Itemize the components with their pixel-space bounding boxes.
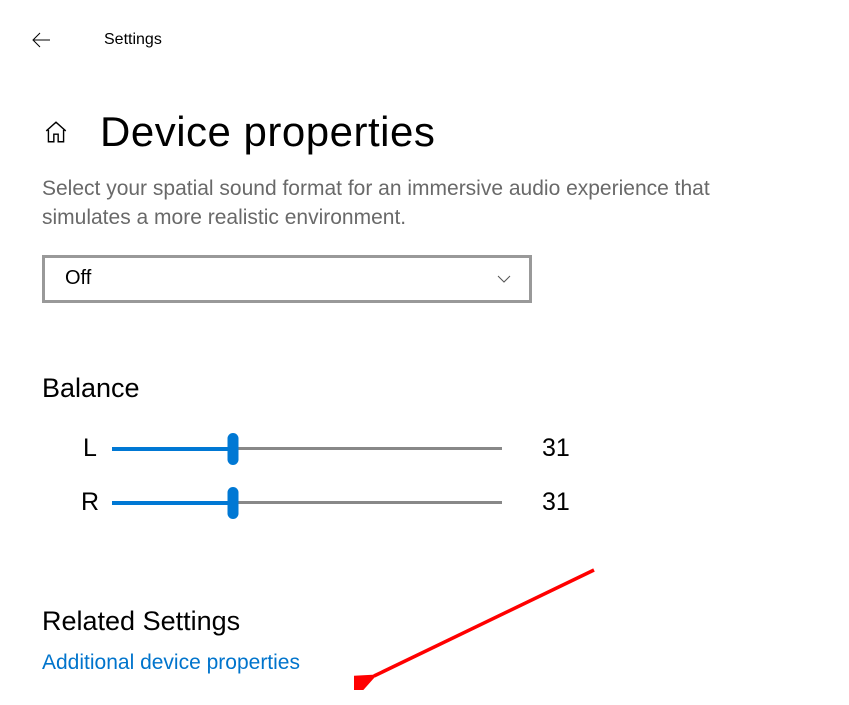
home-icon[interactable] bbox=[42, 118, 70, 146]
balance-right-slider[interactable] bbox=[112, 488, 502, 518]
slider-fill-right bbox=[112, 501, 233, 505]
slider-thumb-left[interactable] bbox=[227, 433, 238, 465]
balance-heading: Balance bbox=[42, 373, 809, 404]
balance-right-value: 31 bbox=[542, 488, 570, 517]
balance-left-value: 31 bbox=[542, 434, 570, 463]
slider-thumb-right[interactable] bbox=[227, 487, 238, 519]
page-title: Device properties bbox=[100, 108, 435, 156]
balance-right-label: R bbox=[42, 488, 112, 517]
header-title: Settings bbox=[104, 31, 162, 49]
back-button[interactable] bbox=[28, 26, 56, 54]
balance-left-slider[interactable] bbox=[112, 434, 502, 464]
related-settings-heading: Related Settings bbox=[42, 606, 809, 637]
chevron-down-icon bbox=[495, 270, 513, 288]
dropdown-selected: Off bbox=[65, 267, 91, 290]
spatial-sound-dropdown[interactable]: Off bbox=[42, 255, 532, 303]
balance-left-label: L bbox=[42, 434, 112, 463]
page-description: Select your spatial sound format for an … bbox=[42, 174, 802, 233]
slider-fill-left bbox=[112, 447, 233, 451]
additional-device-properties-link[interactable]: Additional device properties bbox=[42, 651, 300, 675]
